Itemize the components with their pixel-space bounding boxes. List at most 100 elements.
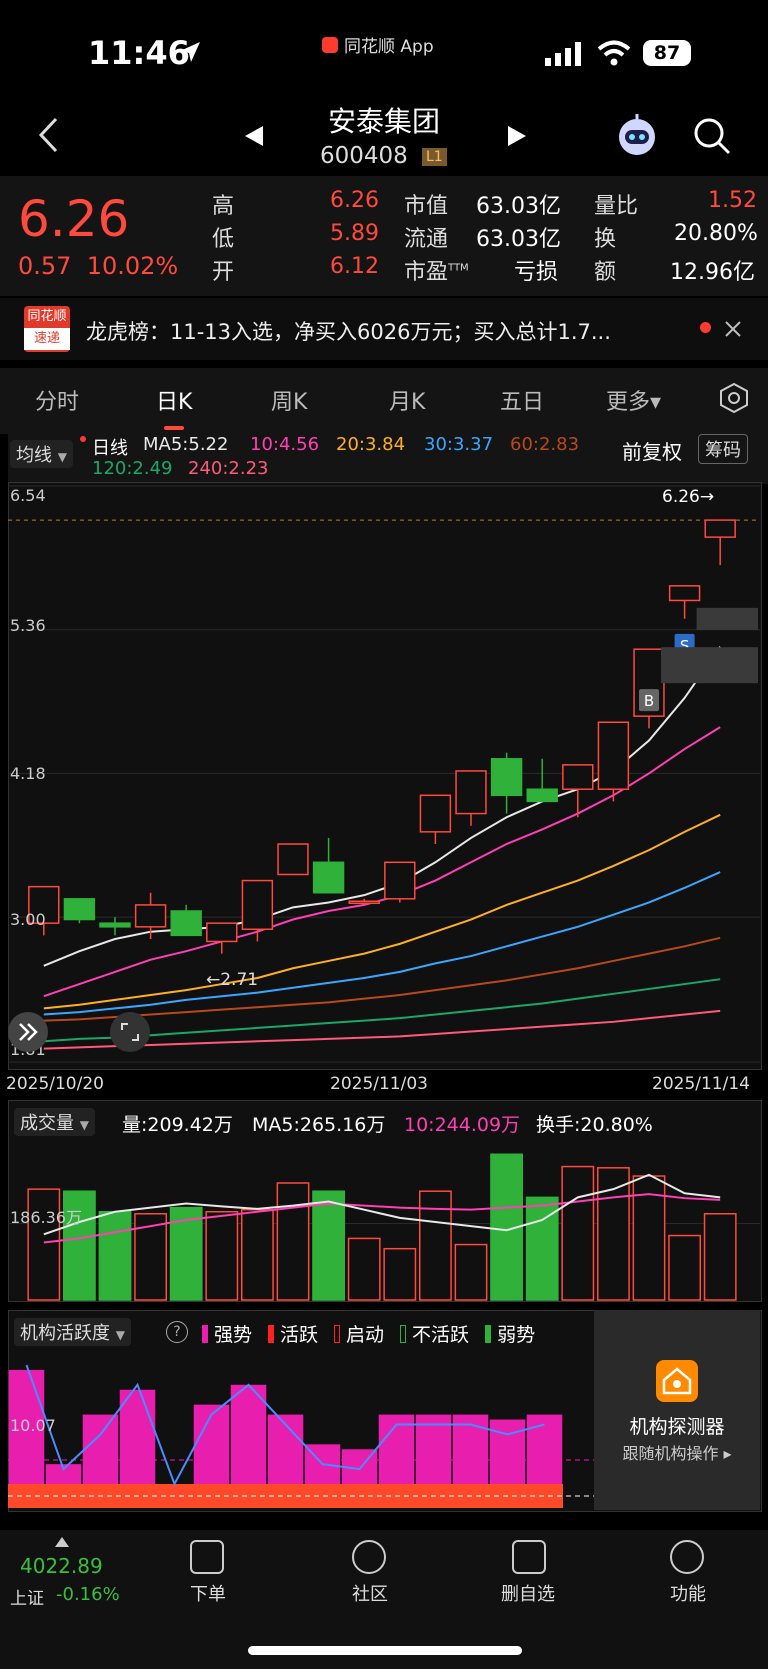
functions-icon	[670, 1540, 704, 1574]
search-icon[interactable]	[692, 116, 732, 156]
tab-fenshi[interactable]: 分时	[35, 384, 79, 416]
volume-bar	[561, 1165, 595, 1301]
low-value: 5.89	[330, 221, 379, 246]
adjust-button[interactable]: 前复权	[622, 436, 682, 465]
news-text[interactable]: 龙虎榜：11-13入选，净买入6026万元；买入总计1.7...	[86, 316, 676, 346]
candle-body	[526, 788, 558, 803]
candle-body	[419, 794, 452, 833]
legend-swatch-active	[268, 1324, 275, 1343]
ma60-line	[43, 936, 721, 1022]
y-tick-2: 5.36	[10, 616, 46, 635]
institution-svg	[8, 1364, 598, 1508]
tab-monthly-k[interactable]: 月K	[389, 384, 425, 416]
institution-legend: 强势 活跃 启动 不活跃 弱势	[202, 1320, 535, 1347]
x-label-mid: 2025/11/03	[330, 1074, 428, 1094]
candle-body	[384, 861, 416, 900]
price-change: 0.57 10.02%	[18, 252, 178, 280]
change-amount: 0.57	[18, 252, 72, 280]
y-tick-1: 6.54	[10, 486, 46, 505]
settings-hexagon-icon[interactable]	[718, 382, 750, 414]
institution-bar	[82, 1414, 119, 1484]
mktcap-label: 市值	[404, 194, 449, 219]
index-value[interactable]: 4022.89	[20, 1554, 103, 1578]
y-tick-4: 3.00	[10, 910, 46, 929]
fullscreen-button[interactable]	[110, 1012, 150, 1052]
app-logo-icon	[322, 36, 338, 53]
help-icon[interactable]: ?	[166, 1321, 188, 1343]
low-label: 低	[212, 227, 235, 252]
volume-bar	[596, 1167, 630, 1301]
float-label: 流通	[404, 227, 449, 252]
indicator-selector[interactable]: 均线 ▼	[10, 440, 73, 468]
expand-left-button[interactable]	[8, 1012, 48, 1052]
close-icon[interactable]	[724, 320, 742, 338]
stock-code: 600408	[320, 143, 408, 169]
volume-y-tick: 186.36万	[10, 1208, 82, 1227]
nav-community[interactable]: 社区	[330, 1580, 410, 1606]
pe-value: 亏损	[514, 260, 559, 285]
candle-body	[206, 922, 238, 943]
tab-weekly-k[interactable]: 周K	[271, 384, 307, 416]
volume-bar	[347, 1237, 381, 1301]
nav-order[interactable]: 下单	[168, 1580, 248, 1606]
low-price-marker: ←2.71	[206, 970, 259, 990]
institution-selector[interactable]: 机构活跃度 ▼	[14, 1318, 131, 1346]
robot-assistant-icon[interactable]	[614, 112, 660, 158]
indicator-dot	[80, 436, 86, 442]
detector-house-icon	[656, 1360, 698, 1402]
candle-body	[490, 758, 523, 797]
candle-body	[704, 519, 736, 538]
candle-body	[348, 900, 380, 905]
open-label: 开	[212, 260, 235, 285]
candle-body	[277, 843, 309, 876]
candle-body	[562, 764, 594, 790]
candle-body	[597, 721, 630, 790]
institution-bar	[230, 1384, 267, 1484]
volume-ma10: 10:244.09万	[404, 1114, 521, 1136]
nav-remove-watchlist[interactable]: 删自选	[488, 1580, 568, 1606]
volume-bar	[205, 1210, 239, 1301]
fullscreen-icon	[121, 1023, 139, 1041]
unread-dot	[700, 322, 711, 333]
mktcap-value: 63.03亿	[476, 194, 561, 219]
level-badge: L1	[422, 148, 447, 166]
tab-five-day[interactable]: 五日	[500, 384, 544, 416]
location-arrow-icon	[180, 42, 200, 62]
ma20-value: 20:3.84	[336, 434, 406, 455]
volratio-value: 1.52	[708, 188, 757, 213]
turnover-value: 20.80%	[674, 221, 758, 246]
kline-svg: BS	[8, 485, 760, 1063]
nav-functions[interactable]: 功能	[648, 1580, 728, 1606]
pe-label: 市盈TTM	[404, 260, 469, 285]
volume-selector[interactable]: 成交量 ▼	[14, 1108, 95, 1136]
legend-swatch-weak	[485, 1324, 492, 1343]
institution-y-tick: 10.07	[10, 1416, 56, 1435]
chips-button[interactable]: 筹码	[698, 434, 748, 464]
volume-bar	[454, 1243, 488, 1301]
candle-body	[668, 585, 701, 602]
app-indicator[interactable]: 同花顺 App	[322, 32, 434, 57]
tab-daily-k[interactable]: 日K	[156, 384, 192, 416]
detector-subtitle: 跟随机构操作 ▸	[622, 1444, 732, 1463]
volume-bar	[276, 1182, 310, 1301]
status-time: 11:46	[88, 34, 190, 72]
detector-title: 机构探测器	[629, 1416, 725, 1438]
volume-bar	[240, 1208, 274, 1301]
candle-body	[99, 922, 131, 928]
wifi-icon	[597, 40, 631, 66]
detector-card[interactable]	[594, 1310, 760, 1510]
buy-price-band	[661, 647, 758, 684]
market-up-arrow-icon	[55, 1537, 69, 1547]
next-stock-icon[interactable]	[506, 124, 528, 148]
tab-more[interactable]: 更多▾	[606, 384, 661, 416]
amount-label: 额	[594, 260, 617, 285]
institution-bar	[119, 1389, 156, 1484]
news-badge: 同花顺 速递	[24, 306, 70, 352]
x-label-end: 2025/11/14	[652, 1074, 750, 1094]
order-icon	[190, 1540, 224, 1574]
volume-turnover: 换手:20.80%	[536, 1114, 653, 1136]
candle-body	[455, 770, 487, 815]
volume-ma5: MA5:265.16万	[252, 1114, 386, 1136]
last-price-marker: 6.26→	[662, 487, 715, 507]
x-label-start: 2025/10/20	[6, 1074, 104, 1094]
